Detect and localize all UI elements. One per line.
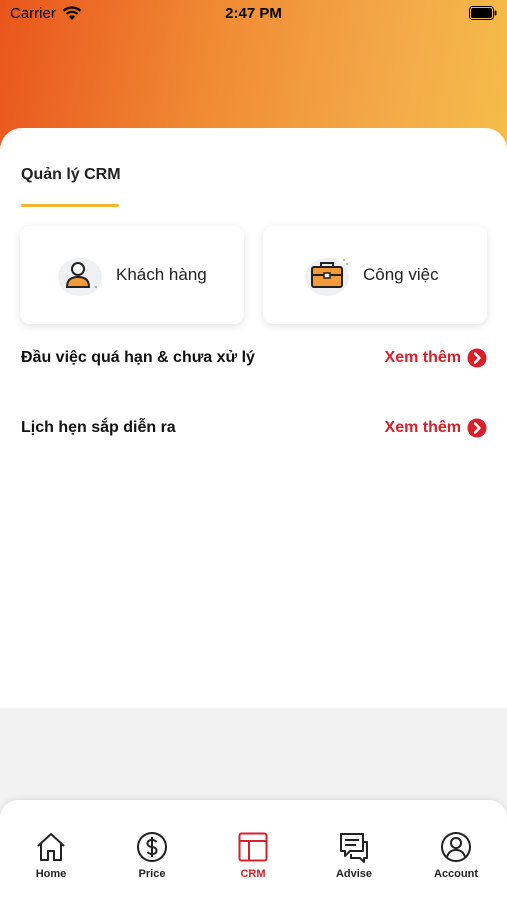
chevron-right-circle-icon: [467, 418, 487, 438]
upcoming-appointments-title: Lịch hẹn sắp diễn ra: [21, 419, 176, 436]
briefcase-icon: [305, 258, 349, 296]
home-icon: [37, 833, 65, 861]
chat-icon: [340, 833, 368, 863]
bottom-tab-bar: Home Price CRM Advise Account: [0, 800, 507, 900]
overdue-see-more-link[interactable]: Xem thêm: [385, 348, 487, 368]
title-underline: [21, 204, 119, 207]
tab-crm[interactable]: CRM: [213, 830, 293, 880]
tab-price[interactable]: Price: [112, 830, 192, 880]
tab-price-label: Price: [138, 868, 166, 880]
tab-account[interactable]: Account: [416, 830, 496, 880]
crm-icon: [238, 832, 268, 862]
tab-home[interactable]: Home: [11, 830, 91, 880]
tab-account-label: Account: [434, 868, 478, 880]
customers-label: Khách hàng: [116, 265, 207, 284]
tasks-card[interactable]: Công việc: [263, 226, 487, 324]
status-bar: Carrier 2:47 PM: [0, 0, 507, 28]
see-more-label: Xem thêm: [384, 419, 461, 436]
user-icon: [58, 258, 102, 296]
upcoming-appointments-row: Lịch hẹn sắp diễn ra Xem thêm: [21, 417, 487, 441]
appointments-see-more-link[interactable]: Xem thêm: [385, 418, 487, 438]
battery-icon: [469, 6, 497, 20]
tab-advise-label: Advise: [335, 868, 373, 880]
see-more-label: Xem thêm: [384, 349, 461, 366]
page-title: Quản lý CRM: [21, 166, 121, 183]
account-icon: [441, 832, 471, 862]
tab-advise[interactable]: Advise: [314, 830, 394, 880]
tab-crm-label: CRM: [240, 868, 266, 880]
tasks-label: Công việc: [363, 265, 439, 284]
content-sheet: Quản lý CRM Khách hàng Công việc Đầu việ…: [0, 128, 507, 708]
chevron-right-circle-icon: [467, 348, 487, 368]
tab-home-label: Home: [35, 868, 67, 880]
overdue-tasks-title: Đầu việc quá hạn & chưa xử lý: [21, 349, 255, 366]
dollar-icon: [137, 832, 167, 862]
customers-card[interactable]: Khách hàng: [20, 226, 244, 324]
clock: 2:47 PM: [225, 5, 282, 22]
overdue-tasks-row: Đầu việc quá hạn & chưa xử lý Xem thêm: [21, 347, 487, 371]
